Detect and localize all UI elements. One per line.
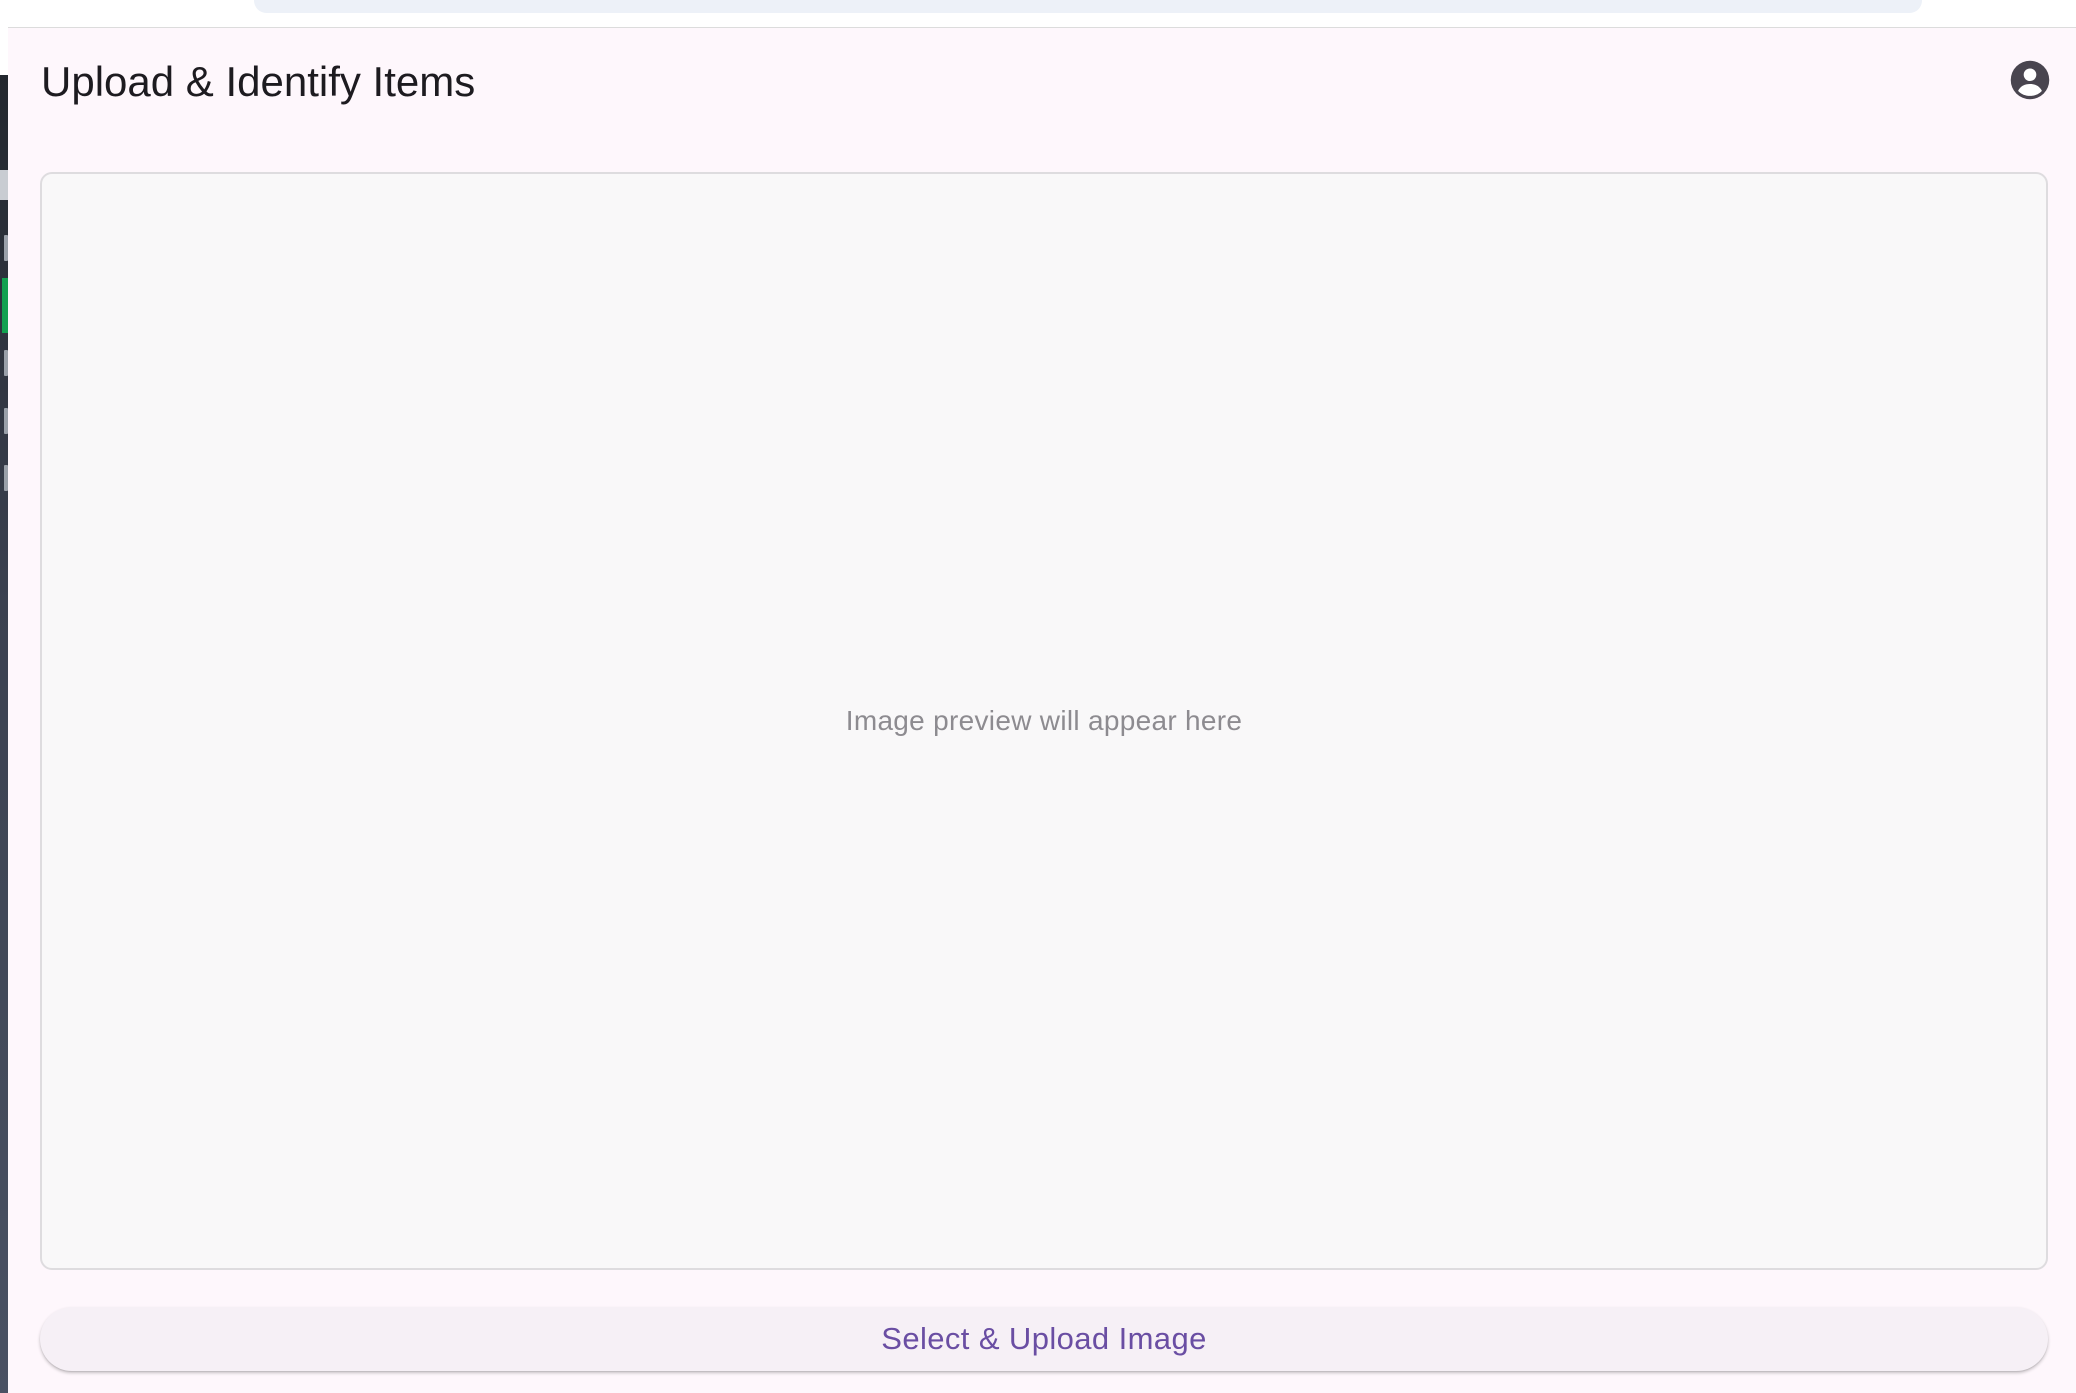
image-preview-area: Image preview will appear here [40, 172, 2048, 1270]
account-circle-icon [2010, 60, 2050, 100]
background-window-edge [0, 0, 8, 1393]
background-window-tab [0, 170, 8, 200]
app-bar: Upload & Identify Items [8, 28, 2076, 140]
image-preview-placeholder: Image preview will appear here [845, 705, 1243, 736]
select-upload-image-button[interactable]: Select & Upload Image [40, 1307, 2048, 1371]
browser-toolbar [8, 0, 2076, 28]
address-bar[interactable] [254, 0, 1922, 13]
background-window-panel [0, 75, 8, 1393]
account-button[interactable] [2008, 58, 2052, 102]
app-window: Upload & Identify Items Image preview wi… [8, 28, 2076, 1393]
page-title: Upload & Identify Items [41, 58, 476, 105]
